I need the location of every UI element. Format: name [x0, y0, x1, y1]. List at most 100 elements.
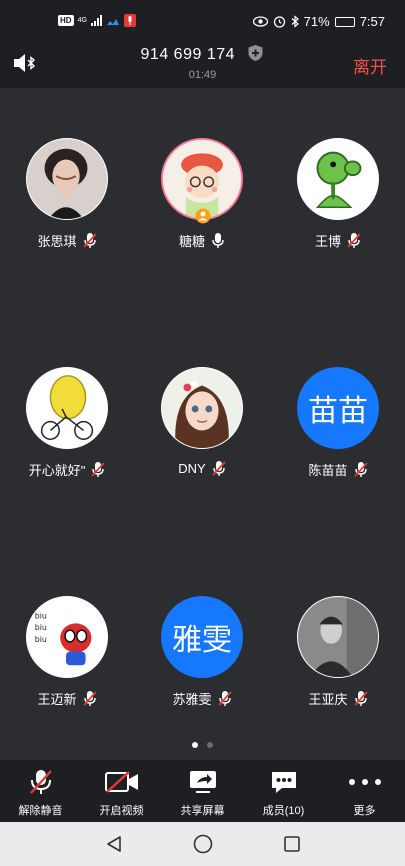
participant-name: 王亚庆	[308, 692, 348, 707]
text-avatar: 雅雯	[161, 596, 243, 678]
page-dot-active[interactable]	[192, 742, 198, 748]
battery-percent: 71%	[303, 14, 330, 29]
doll-girl-icon	[162, 368, 242, 448]
members-button[interactable]: 成员(10)	[243, 760, 324, 822]
participant-label: 王亚庆	[278, 689, 398, 708]
video-off-icon	[104, 771, 138, 793]
tool-icon	[104, 768, 140, 796]
tool-icon	[266, 768, 302, 796]
meeting-header: 914 699 174 01:49 离开	[0, 40, 405, 88]
participant-tile[interactable]: 苗苗 陈苗苗	[278, 367, 398, 497]
share-screen-label: 共享屏幕	[180, 805, 225, 817]
tool-icon	[185, 768, 221, 796]
back-icon[interactable]	[105, 835, 123, 853]
participant-label: 王迈新	[7, 689, 127, 708]
svg-text:biu: biu	[35, 635, 47, 644]
mic-muted-icon	[91, 462, 105, 477]
avatar	[297, 596, 379, 678]
participant-name: 王迈新	[37, 692, 77, 707]
signal-icon	[90, 15, 102, 26]
status-bar: HD 4G 71% 7:57	[0, 0, 405, 40]
participant-label: 王博	[278, 231, 398, 250]
mic-muted-icon	[82, 233, 97, 248]
recording-mic-icon	[123, 14, 136, 27]
cartoon-girl-icon	[163, 140, 241, 218]
tool-icon	[347, 768, 383, 796]
meeting-info[interactable]: 914 699 174	[0, 44, 405, 64]
participant-name: 张思琪	[37, 234, 77, 249]
members-chat-icon	[271, 772, 296, 793]
bluetooth-icon	[291, 15, 299, 28]
page-dot[interactable]	[207, 742, 213, 748]
woman-photo-icon	[27, 139, 107, 219]
avatar	[297, 138, 379, 220]
avatar: biu biu biu	[26, 596, 108, 678]
mic-on-icon	[212, 233, 224, 248]
share-screen-icon	[189, 771, 216, 793]
participant-label: DNY	[142, 460, 262, 477]
status-right: 71% 7:57	[252, 14, 385, 29]
avatar	[26, 138, 108, 220]
participant-name: DNY	[178, 461, 206, 476]
svg-text:biu: biu	[35, 611, 47, 620]
participant-name: 陈苗苗	[308, 463, 348, 478]
participant-tile[interactable]: 王博	[278, 138, 398, 268]
participant-label: 开心就好"	[7, 460, 127, 479]
more-dots-icon	[348, 779, 381, 785]
start-video-label: 开启视频	[99, 805, 144, 817]
man-bw-photo-icon	[298, 597, 378, 677]
participant-tile[interactable]: DNY	[142, 367, 262, 497]
host-badge-icon	[195, 208, 211, 224]
spiderman-cartoon-icon: biu biu biu	[27, 597, 107, 677]
mic-muted-icon	[347, 233, 361, 248]
tool-icon	[23, 768, 59, 796]
mic-muted-icon	[82, 691, 97, 706]
participant-label: 糖糖	[142, 231, 262, 250]
wifi-icon	[106, 18, 119, 25]
mic-muted-icon	[353, 462, 368, 477]
system-nav-bar	[0, 822, 405, 866]
clock: 7:57	[359, 14, 385, 29]
start-video-button[interactable]: 开启视频	[81, 760, 162, 822]
participant-label: 陈苗苗	[278, 460, 398, 479]
participant-tile[interactable]: 糖糖	[142, 138, 262, 268]
share-screen-button[interactable]: 共享屏幕	[162, 760, 243, 822]
battery-icon	[334, 16, 355, 27]
participant-tile[interactable]: 开心就好"	[7, 367, 127, 497]
lemon-bicycle-icon	[27, 368, 107, 448]
mic-muted-icon	[29, 770, 52, 794]
svg-text:biu: biu	[35, 623, 47, 632]
meeting-id: 914 699 174	[140, 46, 236, 63]
eye-icon	[252, 16, 268, 27]
peashooter-plant-icon	[298, 139, 378, 219]
more-button[interactable]: 更多	[324, 760, 405, 822]
participant-name: 开心就好"	[28, 463, 86, 478]
participant-label: 张思琪	[7, 231, 127, 250]
home-icon[interactable]	[193, 834, 213, 854]
participant-tile[interactable]: 张思琪	[7, 138, 127, 268]
members-label: 成员(10)	[262, 805, 305, 817]
status-left: HD 4G	[58, 14, 136, 27]
meeting-toolbar: 解除静音 开启视频 共享屏幕 成员(10) 更多	[0, 760, 405, 822]
unmute-label: 解除静音	[18, 805, 63, 817]
unmute-button[interactable]: 解除静音	[0, 760, 81, 822]
participant-name: 糖糖	[178, 234, 205, 249]
avatar	[161, 367, 243, 449]
text-avatar: 苗苗	[297, 367, 379, 449]
participant-tile[interactable]: biu biu biu 王迈新	[7, 596, 127, 726]
participant-tile[interactable]: 王亚庆	[278, 596, 398, 726]
participant-tile[interactable]: 雅雯 苏雅雯	[142, 596, 262, 726]
participant-name: 王博	[314, 234, 341, 249]
network-type: 4G	[77, 17, 87, 24]
participant-label: 苏雅雯	[142, 689, 262, 708]
participant-name: 苏雅雯	[172, 692, 212, 707]
alarm-icon	[273, 16, 285, 28]
avatar	[26, 367, 108, 449]
hd-badge: HD	[58, 15, 74, 26]
recents-icon[interactable]	[283, 835, 301, 853]
leave-button[interactable]: 离开	[353, 53, 387, 78]
more-label: 更多	[353, 805, 376, 817]
mic-muted-icon	[217, 691, 232, 706]
page-indicator[interactable]	[0, 742, 405, 748]
mic-muted-icon	[212, 461, 226, 476]
